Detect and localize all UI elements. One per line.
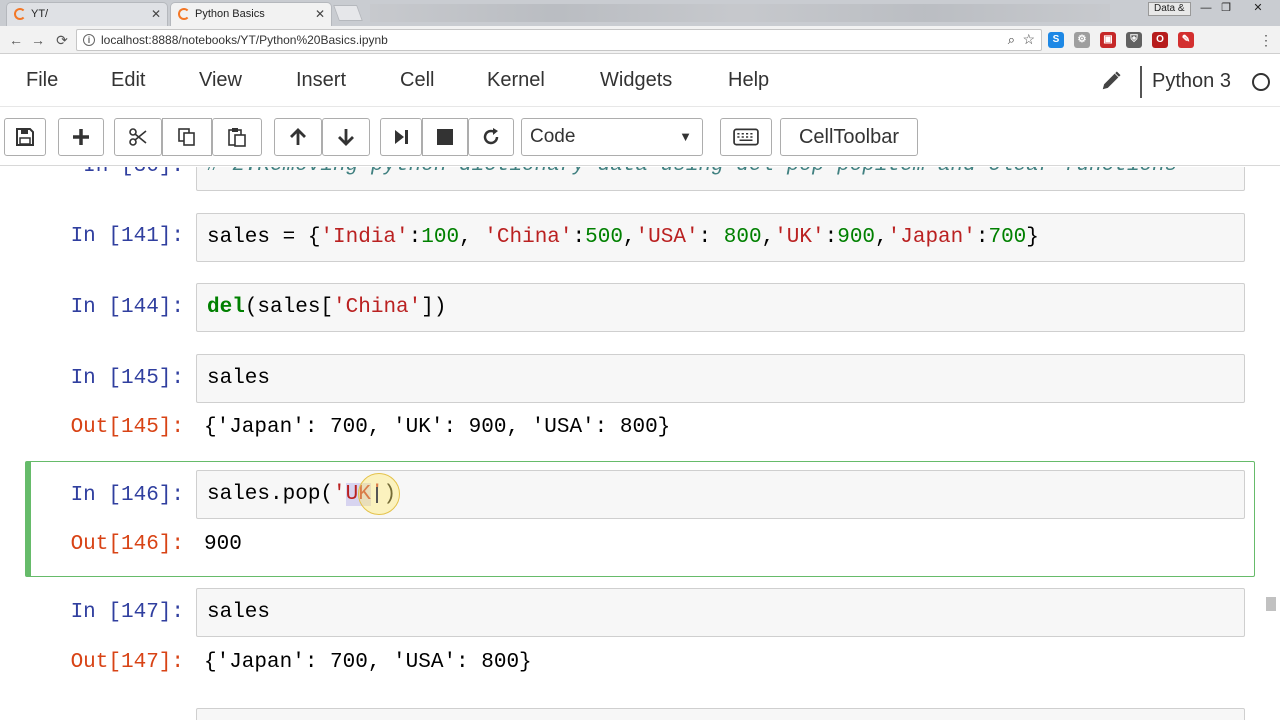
tab-title: YT/ (31, 8, 49, 20)
puzzle-icon[interactable]: ⚙ (1074, 32, 1090, 48)
tab-title: Python Basics (195, 8, 265, 20)
scissors-icon (129, 128, 147, 146)
window-profile-label[interactable]: Data & (1148, 2, 1191, 16)
menu-file[interactable]: File (26, 69, 58, 92)
scrollbar-thumb[interactable] (1266, 597, 1276, 611)
close-icon[interactable]: ✕ (315, 3, 325, 25)
reload-icon[interactable]: ⟳ (52, 30, 72, 50)
minimize-icon[interactable]: — (1198, 2, 1214, 16)
run-cell-button[interactable] (380, 118, 422, 156)
restart-kernel-button[interactable] (468, 118, 514, 156)
arrow-down-icon (338, 129, 354, 146)
celltoolbar-button[interactable]: CellToolbar (780, 118, 918, 156)
blurred-tabs (370, 4, 1110, 22)
info-icon[interactable]: i (83, 34, 95, 46)
output-prompt: Out[145]: (70, 416, 184, 439)
cell-output: {'Japan': 700, 'UK': 900, 'USA': 800} (204, 416, 671, 439)
url-input[interactable]: i localhost:8888/notebooks/YT/Python%20B… (76, 29, 1042, 51)
stop-icon (437, 129, 453, 145)
caret-down-icon: ▼ (679, 129, 692, 144)
forward-icon[interactable]: → (28, 30, 48, 50)
paste-icon (228, 128, 246, 147)
code-cell-input[interactable]: sales (196, 588, 1245, 637)
input-prompt: In [144]: (70, 296, 184, 319)
command-palette-button[interactable] (720, 118, 772, 156)
save-button[interactable] (4, 118, 46, 156)
cell-output: 900 (204, 533, 242, 556)
back-icon[interactable]: ← (6, 30, 26, 50)
cell-output: {'Japan': 700, 'USA': 800} (204, 651, 532, 674)
input-prompt: In [36]: (0, 167, 184, 178)
maximize-icon[interactable]: ❐ (1218, 2, 1234, 16)
move-cell-down-button[interactable] (322, 118, 370, 156)
address-bar-row: ← → ⟳ i localhost:8888/notebooks/YT/Pyth… (0, 26, 1280, 54)
notebook-toolbar: Code ▼ CellToolbar (0, 108, 1280, 166)
red-square-icon[interactable]: ▣ (1100, 32, 1116, 48)
pencil-icon[interactable] (1100, 70, 1122, 92)
mouse-cursor-highlight (358, 473, 400, 515)
menu-view[interactable]: View (199, 69, 242, 92)
input-prompt: In [145]: (70, 367, 184, 390)
kernel-name[interactable]: Python 3 (1152, 70, 1231, 93)
kernel-separator (1140, 66, 1142, 98)
browser-menu-icon[interactable]: ⋮ (1256, 30, 1276, 50)
cell-type-select[interactable]: Code ▼ (521, 118, 703, 156)
cell-type-value: Code (530, 126, 576, 147)
move-cell-up-button[interactable] (274, 118, 322, 156)
browser-tab-yt[interactable]: YT/ ✕ (6, 2, 168, 26)
code-text: sales (207, 601, 271, 624)
keyboard-icon (733, 128, 759, 146)
code-cell-input[interactable]: del(sales['China']) (196, 283, 1245, 332)
bookmark-star-icon[interactable]: ☆ (1022, 31, 1035, 48)
cut-cell-button[interactable] (114, 118, 162, 156)
code-cell-input[interactable]: sales = {'India':100, 'China':500,'USA':… (196, 213, 1245, 262)
output-prompt: Out[146]: (70, 533, 184, 556)
kernel-status-circle-icon (1252, 73, 1270, 91)
url-text[interactable]: localhost:8888/notebooks/YT/Python%20Bas… (101, 30, 388, 50)
menu-widgets[interactable]: Widgets (600, 69, 672, 92)
window-close-icon[interactable]: ✕ (1250, 2, 1266, 16)
code-comment: # 2.Removing python dictionary data usin… (207, 167, 1177, 177)
code-cell-input[interactable]: sales (196, 354, 1245, 403)
jupyter-menubar: File Edit View Insert Cell Kernel Widget… (0, 55, 1280, 107)
code-cell-input[interactable]: # 2.Removing python dictionary data usin… (196, 167, 1245, 191)
browser-tab-bar: YT/ ✕ Python Basics ✕ Data & — ❐ ✕ (0, 0, 1280, 26)
menu-help[interactable]: Help (728, 69, 769, 92)
output-prompt: Out[147]: (70, 651, 184, 674)
floppy-disk-icon (16, 128, 34, 146)
opera-icon[interactable]: O (1152, 32, 1168, 48)
code-text: sales (207, 367, 271, 390)
menu-edit[interactable]: Edit (111, 69, 145, 92)
refresh-icon (483, 128, 499, 145)
shield-icon[interactable]: ⛨ (1126, 32, 1142, 48)
input-prompt: In [141]: (70, 225, 184, 248)
jupyter-favicon-icon (178, 8, 190, 20)
code-cell-input[interactable] (196, 708, 1245, 720)
notebook-container: In [36]: # 2.Removing python dictionary … (0, 167, 1280, 720)
input-prompt: In [147]: (70, 601, 184, 624)
close-icon[interactable]: ✕ (151, 3, 161, 25)
menu-insert[interactable]: Insert (296, 69, 346, 92)
menu-cell[interactable]: Cell (400, 69, 434, 92)
s-icon[interactable]: S (1048, 32, 1064, 48)
browser-tab-python-basics[interactable]: Python Basics ✕ (170, 2, 332, 26)
new-tab-button[interactable] (333, 5, 363, 21)
arrow-up-icon (290, 128, 306, 145)
input-prompt: In [146]: (70, 484, 184, 507)
copy-icon (178, 128, 195, 146)
text-cursor (376, 487, 378, 503)
step-forward-icon (395, 130, 408, 144)
insert-cell-below-button[interactable] (58, 118, 104, 156)
plus-icon (73, 129, 89, 145)
copy-cell-button[interactable] (162, 118, 212, 156)
interrupt-kernel-button[interactable] (422, 118, 468, 156)
menu-kernel[interactable]: Kernel (487, 69, 545, 92)
jupyter-favicon-icon (14, 8, 26, 20)
paste-cell-button[interactable] (212, 118, 262, 156)
zoom-icon[interactable]: ⌕ (1008, 32, 1015, 48)
pdf-icon[interactable]: ✎ (1178, 32, 1194, 48)
code-cell-input[interactable]: sales.pop('UK') (196, 470, 1245, 519)
